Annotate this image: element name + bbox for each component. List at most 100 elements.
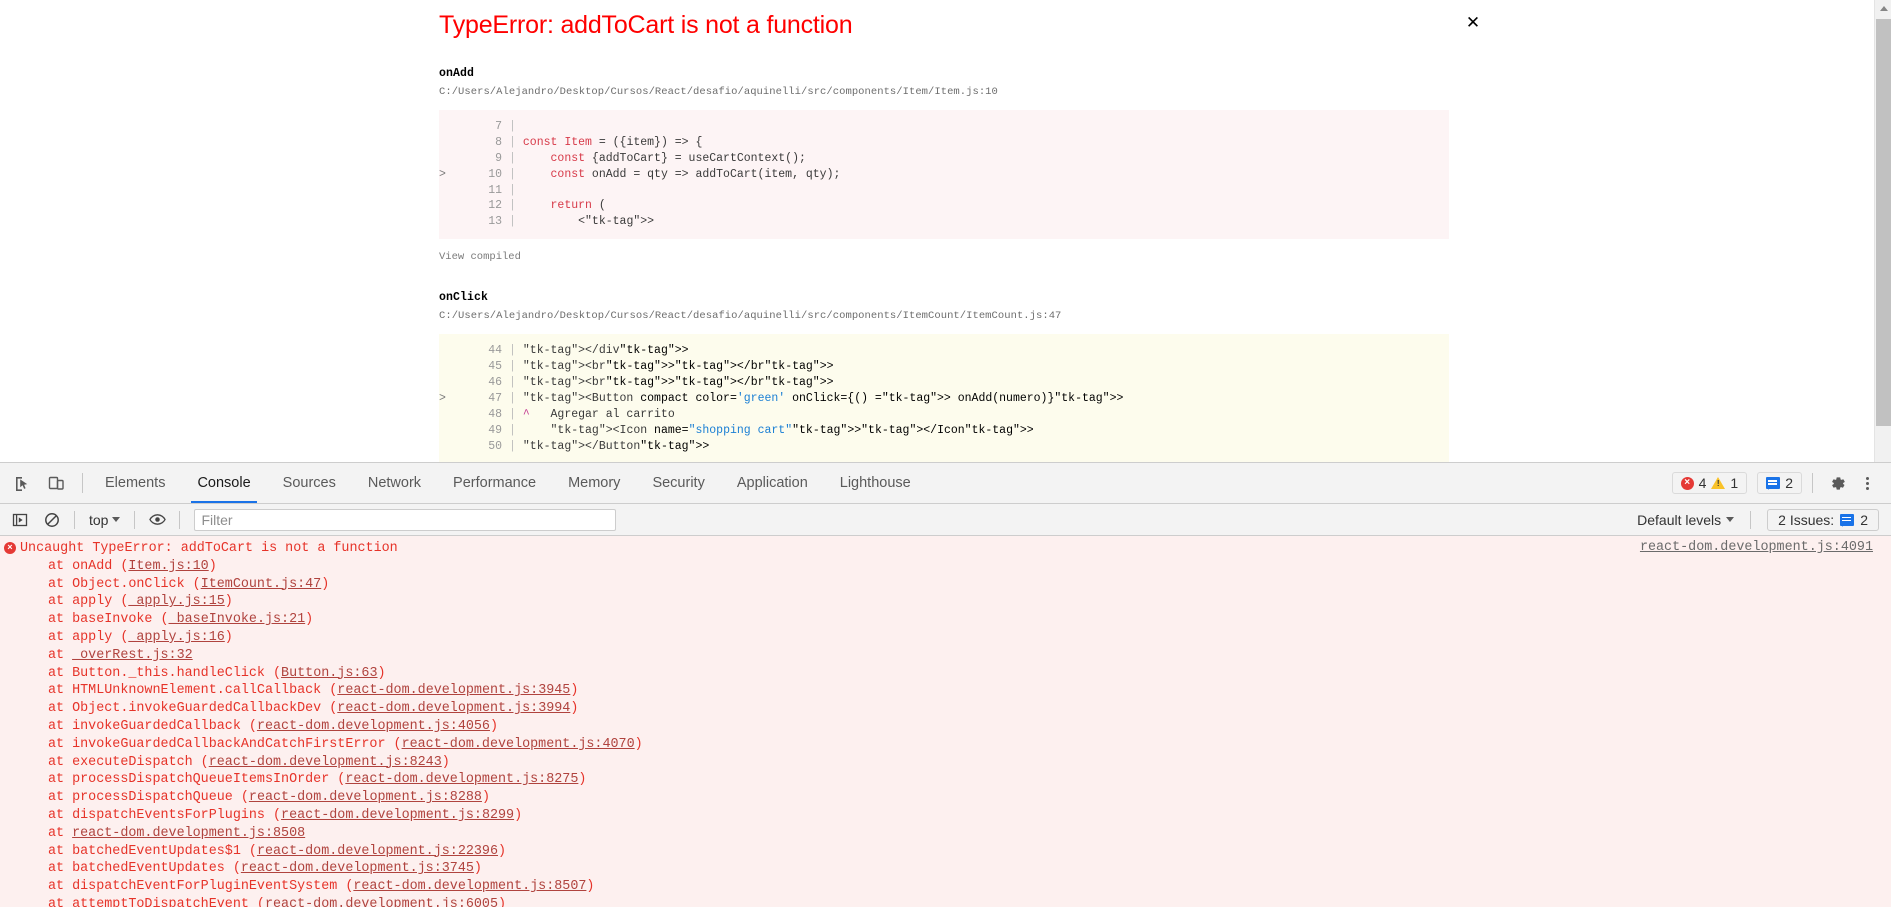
console-filter-bar: top Default levels 2 Issues: 2 — [0, 504, 1891, 536]
stack-frame-link[interactable]: react-dom.development.js:6005 — [265, 897, 498, 907]
frame-file-path: C:/Users/Alejandro/Desktop/Cursos/React/… — [439, 310, 1062, 323]
execute-console-icon[interactable] — [6, 506, 34, 534]
stack-frame: at invokeGuardedCallback (react-dom.deve… — [48, 718, 499, 734]
chevron-down-icon — [1726, 517, 1735, 522]
console-message-text: Uncaught TypeError: addToCart is not a f… — [20, 541, 398, 556]
console-stack-trace: at onAdd (Item.js:10) at Object.onClick (… — [0, 558, 1891, 907]
message-icon — [1766, 477, 1781, 490]
live-expression-icon[interactable] — [143, 506, 171, 534]
tab-security[interactable]: Security — [636, 463, 720, 503]
stack-frame-link[interactable]: Button.js:63 — [281, 666, 377, 681]
message-badge[interactable]: 2 — [1757, 472, 1802, 494]
code-line: 49 | "tk-tag"><Icon name="shopping cart""… — [488, 423, 1034, 437]
stack-frame: at attemptToDispatchEvent (react-dom.dev… — [0, 896, 1891, 907]
stack-frame-link[interactable]: react-dom.development.js:4070 — [402, 737, 635, 752]
error-frame: onAdd C:/Users/Alejandro/Desktop/Cursos/R… — [439, 67, 1449, 264]
tab-elements[interactable]: Elements — [89, 463, 181, 503]
stack-frame-link[interactable]: react-dom.development.js:3945 — [337, 683, 570, 698]
stack-frame-link[interactable]: react-dom.development.js:8288 — [249, 790, 482, 805]
console-context-label: top — [89, 511, 109, 528]
message-count: 2 — [1785, 475, 1793, 491]
tab-application[interactable]: Application — [721, 463, 824, 503]
code-snippet: 7 | 8 | const Item = ({item}) => {9 | const {… — [439, 110, 1449, 240]
tab-lighthouse[interactable]: Lighthouse — [824, 463, 927, 503]
filterbar-divider-2 — [134, 510, 136, 529]
stack-frame-link[interactable]: react-dom.development.js:4056 — [257, 719, 490, 734]
console-error-message[interactable]: × Uncaught TypeError: addToCart is not a… — [0, 536, 1891, 907]
error-warning-badge[interactable]: × 4 1 — [1671, 472, 1748, 494]
clear-console-icon[interactable] — [38, 506, 66, 534]
stack-frame: at dispatchEventForPluginEventSystem (re… — [48, 879, 595, 895]
code-line: 8 | const Item = ({item}) => { — [495, 135, 703, 149]
frame-file-path: C:/Users/Alejandro/Desktop/Cursos/React/… — [439, 86, 998, 98]
devtools-tabs: Elements Console Sources Network Performance… — [89, 463, 927, 503]
tab-console[interactable]: Console — [181, 463, 266, 503]
code-line: >10 | const onAdd = qty => addToCart(item… — [439, 167, 841, 181]
stack-frame-link[interactable]: ItemCount.js:47 — [201, 577, 322, 592]
stack-frame: at apply (_apply.js:15) — [48, 594, 233, 610]
stack-frame-link[interactable]: react-dom.development.js:8299 — [281, 808, 514, 823]
issues-button[interactable]: 2 Issues: 2 — [1767, 508, 1879, 531]
stack-frame: at apply (_apply.js:16) — [48, 629, 233, 645]
kebab-menu-icon[interactable] — [1853, 469, 1881, 497]
stack-frame-link[interactable]: _overRest.js:32 — [72, 648, 193, 663]
device-toolbar-icon[interactable] — [42, 469, 70, 497]
stack-frame: at _overRest.js:32 — [48, 647, 193, 663]
stack-frame-link[interactable]: Item.js:10 — [128, 559, 208, 574]
stack-frame: at batchedEventUpdates (react-dom.develo… — [48, 861, 482, 877]
console-context-selector[interactable]: top — [83, 510, 126, 530]
scrollbar-thumb[interactable] — [1876, 19, 1891, 426]
devtools-panel: Elements Console Sources Network Performance… — [0, 462, 1891, 907]
stack-frame-link[interactable]: react-dom.development.js:3745 — [241, 861, 474, 876]
error-frames-list: onAdd C:/Users/Alejandro/Desktop/Cursos/R… — [439, 67, 1449, 462]
devtools-tabbar: Elements Console Sources Network Performance… — [0, 463, 1891, 504]
stack-frame: at Button._this.handleClick (Button.js:6… — [48, 665, 386, 681]
inspect-element-icon[interactable] — [8, 469, 36, 497]
stack-frame: at batchedEventUpdates$1 (react-dom.deve… — [48, 843, 507, 859]
code-line: 46 | "tk-tag"><br"tk-tag">>"tk-tag"></br"t… — [488, 376, 834, 390]
code-line: 44 | "tk-tag"></div"tk-tag">> — [488, 344, 689, 358]
stack-frame: at processDispatchQueue (react-dom.devel… — [48, 790, 490, 806]
console-source-link[interactable]: react-dom.development.js:4091 — [1640, 540, 1873, 555]
stack-frame: at dispatchEventsForPlugins (react-dom.d… — [48, 807, 523, 823]
status-divider — [1812, 473, 1813, 493]
error-icon: × — [4, 542, 16, 554]
frame-function-name: onAdd — [439, 67, 475, 80]
stack-frame-link[interactable]: react-dom.development.js:22396 — [257, 844, 498, 859]
code-line: >47 | "tk-tag"><Button compact color='gree… — [439, 391, 1124, 405]
tab-memory[interactable]: Memory — [552, 463, 636, 503]
tab-performance[interactable]: Performance — [437, 463, 552, 503]
frame-function-name: onClick — [439, 291, 489, 305]
tab-network[interactable]: Network — [352, 463, 437, 503]
stack-frame: at react-dom.development.js:8508 — [48, 825, 306, 841]
stack-frame: at HTMLUnknownElement.callCallback (reac… — [48, 683, 579, 699]
filterbar-divider-1 — [74, 510, 75, 529]
view-compiled-link[interactable]: View compiled — [439, 251, 521, 263]
console-message-header: × Uncaught TypeError: addToCart is not a… — [0, 540, 1891, 558]
devtools-status-area: × 4 1 2 — [1671, 463, 1891, 503]
scroll-up-icon[interactable] — [1875, 0, 1891, 17]
stack-frame: at onAdd (Item.js:10) — [48, 558, 217, 574]
stack-frame-link[interactable]: _baseInvoke.js:21 — [169, 612, 306, 627]
stack-frame-link[interactable]: react-dom.development.js:3994 — [337, 701, 570, 716]
filter-input[interactable] — [194, 508, 617, 531]
stack-frame-link[interactable]: react-dom.development.js:8507 — [353, 879, 586, 894]
stack-frame-link[interactable]: react-dom.development.js:8508 — [72, 826, 305, 841]
stack-frame-link[interactable]: _apply.js:15 — [128, 594, 224, 609]
stack-frame-link[interactable]: _apply.js:16 — [128, 630, 224, 645]
code-line: 45 | "tk-tag"><br"tk-tag">>"tk-tag"></br"t… — [488, 360, 834, 374]
stack-frame: at Object.invokeGuardedCallbackDev (reac… — [48, 701, 579, 717]
code-line: 50 | "tk-tag"></Button"tk-tag">> — [488, 439, 710, 453]
stack-frame-link[interactable]: react-dom.development.js:8243 — [209, 755, 442, 770]
stack-frame-link[interactable]: react-dom.development.js:8275 — [345, 772, 578, 787]
warning-icon — [1711, 477, 1726, 489]
error-title: TypeError: addToCart is not a function — [439, 11, 853, 39]
gear-icon[interactable] — [1823, 469, 1851, 497]
log-levels-selector[interactable]: Default levels — [1629, 510, 1742, 530]
chevron-down-icon — [112, 517, 121, 522]
close-icon[interactable]: ✕ — [1464, 14, 1482, 32]
filterbar-divider-3 — [179, 510, 181, 529]
tab-sources[interactable]: Sources — [267, 463, 352, 503]
overlay-scrollbar[interactable] — [1874, 0, 1891, 462]
error-frame: onClick C:/Users/Alejandro/Desktop/Cursos… — [439, 291, 1449, 462]
